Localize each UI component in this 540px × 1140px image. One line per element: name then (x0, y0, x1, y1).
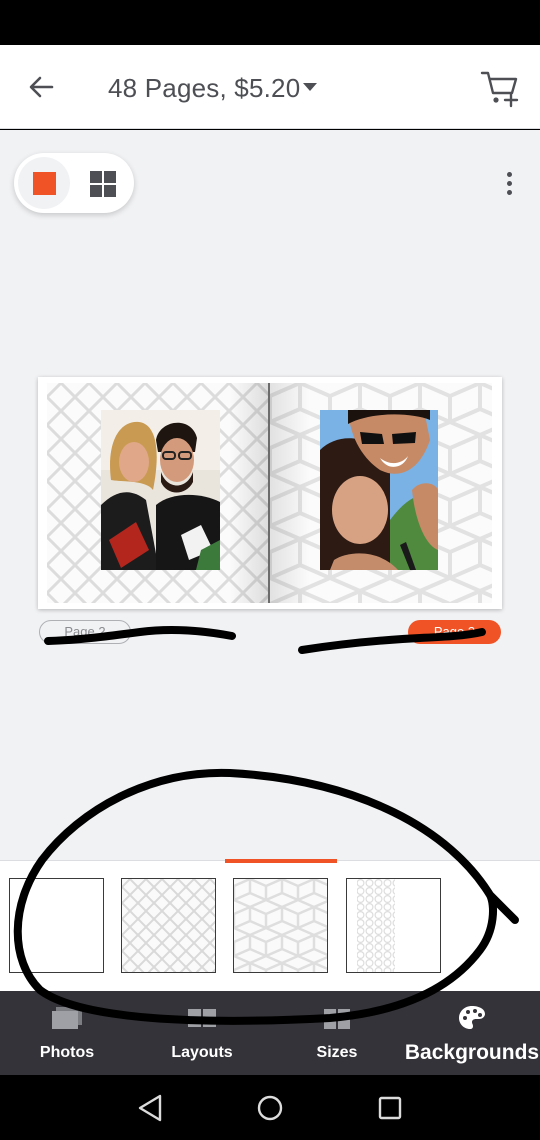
nav-label-backgrounds: Backgrounds (404, 1041, 540, 1064)
page-count-price-dropdown[interactable]: 48 Pages, $5.20 (108, 73, 318, 104)
single-page-icon (33, 172, 56, 195)
plain-background-swatch (10, 879, 103, 972)
background-tile-honeycomb[interactable] (346, 878, 441, 973)
more-options-button[interactable] (498, 168, 522, 200)
recents-square-icon[interactable] (377, 1095, 403, 1121)
nav-label-layouts: Layouts (171, 1044, 233, 1061)
sizes-icon (324, 1009, 350, 1029)
background-picker (0, 859, 540, 991)
single-spread-view-button[interactable] (18, 157, 70, 209)
page-label-right[interactable]: Page 3 (408, 620, 501, 644)
honeycomb-background-swatch (347, 879, 440, 972)
cart-plus-icon (480, 71, 519, 108)
selfie-photo-right[interactable] (320, 410, 438, 570)
back-triangle-icon[interactable] (136, 1093, 164, 1123)
nav-item-sizes[interactable]: Sizes (306, 991, 368, 1075)
view-mode-toggle (14, 153, 134, 213)
photo-book-spread[interactable] (38, 377, 502, 609)
background-tile-plain[interactable] (9, 878, 104, 973)
palette-icon (459, 1006, 485, 1029)
arrow-left-icon (29, 76, 54, 98)
diamond-background-swatch (122, 879, 215, 972)
bottom-navigation: Photos Layouts Sizes Backgrounds (0, 991, 540, 1075)
nav-item-photos[interactable]: Photos (26, 991, 108, 1075)
selfie-photo-left[interactable] (101, 410, 220, 570)
book-canvas: Page 2 Page 3 (0, 130, 540, 860)
nav-label-sizes: Sizes (316, 1044, 358, 1061)
left-page[interactable] (47, 383, 269, 603)
background-tile-hexagon[interactable] (233, 878, 328, 973)
nav-item-layouts[interactable]: Layouts (162, 991, 242, 1075)
system-navigation-bar (0, 1075, 540, 1140)
app-header: 48 Pages, $5.20 (0, 45, 540, 129)
status-bar (0, 0, 540, 45)
nav-label-photos: Photos (39, 1044, 95, 1061)
caret-down-icon (303, 83, 318, 92)
page-count-price-label: 48 Pages, $5.20 (108, 73, 301, 103)
selected-background-indicator (225, 859, 337, 863)
back-button[interactable] (22, 67, 62, 107)
grid-view-button[interactable] (88, 169, 118, 199)
hexagon-background-swatch (234, 879, 327, 972)
photos-icon (52, 1007, 82, 1029)
nav-item-backgrounds[interactable]: Backgrounds (404, 991, 540, 1075)
layouts-icon (188, 1009, 216, 1027)
home-circle-icon[interactable] (256, 1094, 284, 1122)
right-page[interactable] (270, 383, 492, 603)
background-tile-diamond[interactable] (121, 878, 216, 973)
page-label-left[interactable]: Page 2 (39, 620, 131, 644)
add-to-cart-button[interactable] (478, 65, 522, 109)
